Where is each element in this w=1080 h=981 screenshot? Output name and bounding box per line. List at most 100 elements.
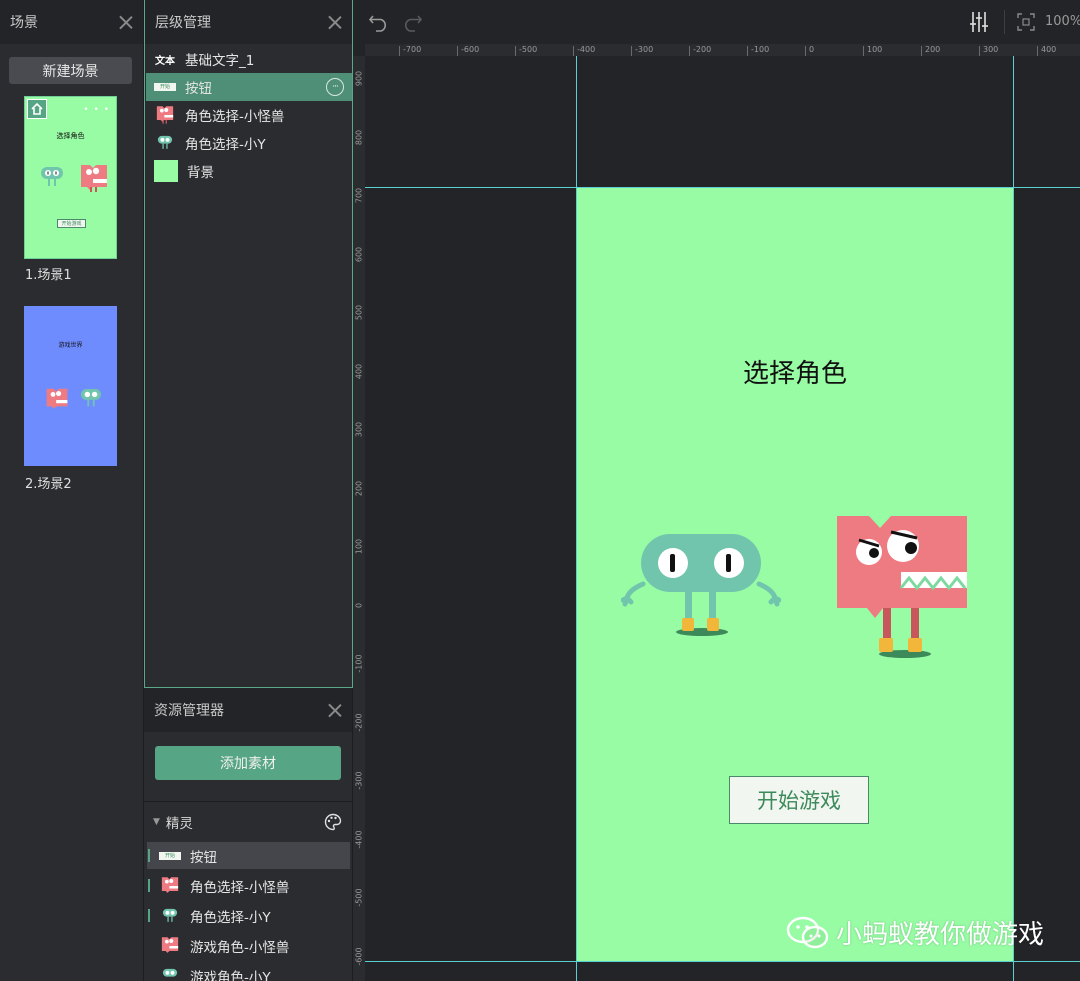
settings-sliders-icon[interactable] [969,11,989,33]
layers-panel: 层级管理 文本 基础文字_1 开始 按钮 ··· 角色选择-小怪兽 角色选择-小… [144,0,353,688]
asset-item-button[interactable]: 开始 按钮 [147,842,350,869]
undo-icon[interactable] [368,12,390,32]
add-asset-button[interactable]: 添加素材 [155,746,341,780]
asset-item-label: 游戏角色-小怪兽 [190,939,290,956]
toolbar-divider [1004,10,1005,34]
ruler-tick-label: -400 [354,829,364,849]
monster-icon [159,876,181,896]
layers-panel-header: 层级管理 [145,0,352,44]
layer-item-label: 角色选择-小怪兽 [185,109,285,125]
ruler-tick [631,46,632,56]
monster-character-icon [81,165,107,192]
ruler-tick-label: 400 [354,363,364,379]
close-icon[interactable] [119,15,133,29]
layer-item-monster[interactable]: 角色选择-小怪兽 [146,101,352,129]
monster-icon [154,105,176,125]
scene-label-2[interactable]: 2.场景2 [25,473,72,492]
ruler-tick-label: -200 [354,712,364,732]
ruler-tick-label: 100 [867,45,883,54]
blob-character[interactable] [621,534,781,638]
ruler-tick-label: 200 [354,480,364,496]
ruler-horizontal: -700 -600 -500 -400 -300 -200 -100 0 100 200 300 40… [365,44,1080,56]
ruler-tick [1037,46,1038,56]
button-icon: 开始 [154,77,176,97]
asset-item-game-blob[interactable]: 游戏角色-小Y [147,962,350,981]
scene-more-icon[interactable]: • • • [83,105,110,115]
canvas-area[interactable]: -700 -600 -500 -400 -300 -200 -100 0 100 200 300 40… [353,44,1080,981]
ruler-tick [805,46,806,56]
ruler-tick-label: -400 [577,45,596,54]
layer-item-label: 背景 [187,165,214,181]
monster-character[interactable] [835,514,969,659]
close-icon[interactable] [328,703,342,717]
asset-indicator [148,909,150,922]
monster-icon [159,936,181,956]
assets-panel-title: 资源管理器 [154,703,224,719]
asset-item-monster[interactable]: 角色选择-小怪兽 [147,872,350,899]
ruler-tick-label: 0 [809,45,815,54]
ruler-tick-label: -500 [354,888,364,907]
wechat-icon [786,916,829,948]
blob-icon [159,966,181,981]
asset-item-label: 角色选择-小怪兽 [190,879,290,896]
ruler-tick-label: -300 [635,45,654,54]
asset-item-blob[interactable]: 角色选择-小Y [147,902,350,929]
stage-title-text[interactable]: 选择角色 [577,353,1013,390]
zoom-level[interactable]: 100% [1045,14,1080,29]
ruler-tick [921,46,922,56]
sprites-group-header[interactable]: ▼ 精灵 [144,801,352,841]
blob-icon [159,906,181,926]
ruler-tick [399,46,400,56]
layer-item-button[interactable]: 开始 按钮 ··· [146,73,352,101]
ruler-tick [747,46,748,56]
new-scene-button[interactable]: 新建场景 [9,57,132,84]
scene-label-1[interactable]: 1.场景1 [25,264,72,283]
layer-item-blob[interactable]: 角色选择-小Y [146,129,352,157]
watermark: 小蚂蚁教你做游戏 [786,914,1044,951]
start-game-button[interactable]: 开始游戏 [729,776,869,824]
ruler-tick [457,46,458,56]
close-icon[interactable] [328,15,342,29]
ruler-vertical: 900 800 700 600 500 400 300 200 100 0 -100 -200 -300… [353,56,365,981]
ruler-tick-label: -600 [461,45,480,54]
ruler-tick-label: 800 [354,129,364,145]
ruler-tick-label: -200 [693,45,712,54]
ruler-tick-label: -500 [519,45,538,54]
ruler-tick [863,46,864,56]
fit-screen-icon[interactable] [1017,13,1035,31]
canvas-toolbar: 100% [353,0,1080,44]
watermark-text: 小蚂蚁教你做游戏 [835,920,1044,950]
redo-icon[interactable] [401,12,423,32]
layer-item-label: 按钮 [185,81,212,97]
scene-thumb-button: 开始游戏 [57,219,86,228]
asset-item-game-monster[interactable]: 游戏角色-小怪兽 [147,932,350,959]
ruler-tick-label: 300 [354,421,364,438]
game-stage[interactable]: 选择角色 开始游戏 [577,188,1013,961]
more-options-icon[interactable]: ··· [326,78,344,96]
assets-panel-header: 资源管理器 [144,688,352,732]
ruler-tick [515,46,516,56]
scene-thumbnail-2[interactable]: 游戏世界 [24,306,117,466]
ruler-tick [689,46,690,56]
ruler-tick-label: -100 [751,45,770,54]
scenes-panel-title: 场景 [10,15,38,31]
asset-item-label: 角色选择-小Y [190,909,271,926]
home-icon [27,99,47,119]
background-swatch [154,160,178,182]
layer-item-label: 角色选择-小Y [185,137,266,153]
ruler-tick-label: 900 [354,70,364,87]
scene-thumb-title: 游戏世界 [58,342,83,349]
layer-item-background[interactable]: 背景 [146,157,352,185]
monster-character-icon [46,388,68,409]
assets-panel: 资源管理器 添加素材 ▼ 精灵 开始 按钮 角色选择-小怪兽 角色选择-小Y 游… [144,688,353,981]
scene-thumbnail-1[interactable]: • • • 选择角色 开始游戏 [24,96,117,259]
palette-icon[interactable] [324,813,342,831]
asset-indicator [148,849,150,862]
blob-character-icon [81,389,101,407]
ruler-tick-label: 200 [925,45,941,54]
ruler-tick-label: 700 [354,187,364,204]
ruler-tick-label: -700 [403,45,422,54]
layer-item-text[interactable]: 文本 基础文字_1 [146,45,352,73]
scenes-panel-header: 场景 [0,0,143,44]
button-icon: 开始 [159,846,181,866]
